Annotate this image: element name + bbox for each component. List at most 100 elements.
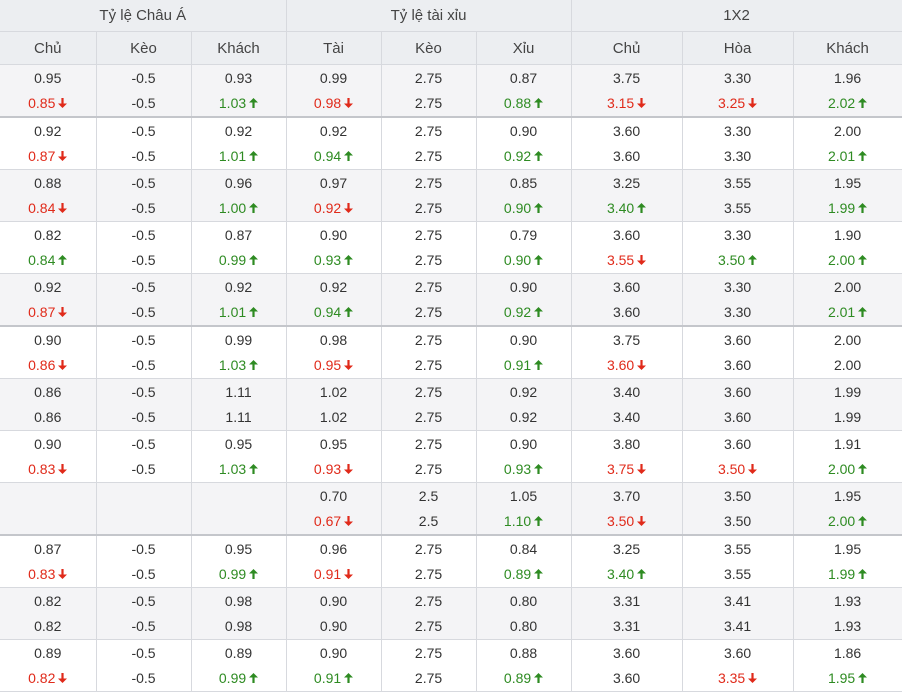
opening-odds: 1.96	[833, 70, 862, 86]
opening-odds: 3.75	[612, 70, 641, 86]
odds-cell-away: 0.92 1.01	[191, 273, 287, 327]
opening-odds: 0.95	[34, 70, 62, 86]
current-odds: 0.84	[28, 200, 56, 216]
odds-cell-x12-home: 3.75 3.15	[571, 64, 683, 118]
odds-cell-x12-away: 1.99 1.99	[793, 378, 902, 431]
odds-cell-x12-draw: 3.60 3.60	[682, 325, 794, 379]
opening-odds: 0.82	[34, 227, 62, 243]
current-odds: 3.55	[606, 252, 635, 268]
current-odds: 0.90	[503, 252, 532, 268]
odds-rows: 0.95 0.85 -0.5 -0.5 0.93 1.03 0.99 0.98 2.75 2.75…	[0, 64, 902, 692]
opening-odds: 0.88	[34, 175, 62, 191]
current-odds: 0.88	[503, 95, 532, 111]
odds-cell-x12-away: 1.90 2.00	[793, 221, 902, 274]
odds-cell-away	[191, 482, 287, 536]
opening-odds: -0.5	[131, 70, 156, 86]
opening-odds: 0.89	[224, 645, 253, 661]
opening-odds: 0.92	[319, 279, 348, 295]
opening-odds: -0.5	[131, 593, 156, 609]
odds-cell-line: 2.75 2.75	[381, 587, 477, 640]
opening-odds: 2.75	[414, 332, 443, 348]
odds-cell-x12-home: 3.60 3.60	[571, 116, 683, 170]
arrow-up-icon	[534, 516, 544, 526]
current-odds: 3.35	[717, 670, 746, 686]
current-odds: 3.15	[606, 95, 635, 111]
opening-odds: 2.00	[833, 332, 862, 348]
arrow-up-icon	[534, 673, 544, 683]
opening-odds: 3.30	[723, 123, 752, 139]
current-odds: 2.75	[414, 304, 443, 320]
arrow-down-icon	[344, 98, 354, 108]
odds-cell-away: 1.11 1.11	[191, 378, 287, 431]
arrow-up-icon	[858, 516, 868, 526]
1x2-group-header: 1X2	[571, 0, 902, 32]
arrow-up-icon	[534, 98, 544, 108]
current-odds: 0.91	[503, 357, 532, 373]
arrow-up-icon	[249, 360, 259, 370]
col-header-away: Khách	[191, 31, 287, 65]
current-odds: -0.5	[131, 670, 156, 686]
current-odds: 0.85	[28, 95, 56, 111]
current-odds: -0.5	[131, 409, 156, 425]
opening-odds: 0.87	[34, 541, 62, 557]
current-odds: 0.82	[34, 618, 62, 634]
col-header-home: Chủ	[0, 31, 97, 65]
current-odds: 1.03	[218, 357, 247, 373]
opening-odds: 3.40	[612, 384, 641, 400]
col-header-line: Kèo	[381, 31, 477, 65]
odds-cell-handicap: -0.5 -0.5	[96, 169, 192, 222]
current-odds: 0.87	[28, 148, 56, 164]
opening-odds: 3.50	[723, 488, 752, 504]
arrow-up-icon	[534, 203, 544, 213]
arrow-up-icon	[249, 98, 259, 108]
odds-cell-handicap: -0.5 -0.5	[96, 378, 192, 431]
odds-cell-over: 0.98 0.95	[286, 325, 382, 379]
odds-cell-x12-away: 1.96 2.02	[793, 64, 902, 118]
odds-cell-away: 0.89 0.99	[191, 639, 287, 692]
opening-odds: 0.88	[509, 645, 538, 661]
table-row: 0.90 0.86 -0.5 -0.5 0.99 1.03 0.98 0.95 2.75 2.75…	[0, 325, 902, 379]
current-odds: 3.75	[606, 461, 635, 477]
odds-cell-away: 0.96 1.00	[191, 169, 287, 222]
current-odds: 3.60	[723, 409, 752, 425]
current-odds: 0.89	[503, 670, 532, 686]
odds-cell-x12-home: 3.75 3.60	[571, 325, 683, 379]
arrow-up-icon	[858, 98, 868, 108]
table-row: 0.89 0.82 -0.5 -0.5 0.89 0.99 0.90 0.91 2.75 2.75…	[0, 639, 902, 692]
arrow-up-icon	[249, 307, 259, 317]
opening-odds: 2.75	[414, 227, 443, 243]
odds-cell-x12-draw: 3.30 3.50	[682, 221, 794, 274]
opening-odds: 3.60	[612, 123, 641, 139]
opening-odds: 3.30	[723, 70, 752, 86]
arrow-up-icon	[58, 255, 68, 265]
opening-odds: 3.70	[612, 488, 641, 504]
current-odds: 0.67	[313, 513, 342, 529]
odds-cell-x12-home: 3.60 3.60	[571, 273, 683, 327]
current-odds: 0.93	[313, 252, 342, 268]
odds-cell-away: 0.95 1.03	[191, 430, 287, 483]
opening-odds: 3.60	[723, 332, 752, 348]
current-odds: -0.5	[131, 95, 156, 111]
odds-cell-home	[0, 482, 97, 536]
table-row: 0.88 0.84 -0.5 -0.5 0.96 1.00 0.97 0.92 2.75 2.75…	[0, 169, 902, 222]
current-odds: 0.91	[313, 670, 342, 686]
opening-odds: 0.98	[224, 593, 253, 609]
odds-cell-over: 0.92 0.94	[286, 273, 382, 327]
opening-odds: 3.75	[612, 332, 641, 348]
odds-cell-line: 2.5 2.5	[381, 482, 477, 536]
opening-odds: 0.82	[34, 593, 62, 609]
odds-cell-x12-draw: 3.30 3.25	[682, 64, 794, 118]
group-header-row: Tỷ lệ Châu Á Tỷ lệ tài xỉu 1X2	[0, 0, 902, 32]
arrow-up-icon	[637, 569, 647, 579]
odds-cell-home: 0.87 0.83	[0, 534, 97, 588]
current-odds: 0.94	[313, 304, 342, 320]
arrow-down-icon	[344, 516, 354, 526]
opening-odds: 0.90	[509, 123, 538, 139]
opening-odds: -0.5	[131, 123, 156, 139]
odds-cell-handicap: -0.5 -0.5	[96, 221, 192, 274]
current-odds: 1.10	[503, 513, 532, 529]
opening-odds: 0.98	[319, 332, 348, 348]
current-odds: 1.93	[833, 618, 862, 634]
opening-odds: -0.5	[131, 541, 156, 557]
current-odds: 3.60	[612, 670, 641, 686]
